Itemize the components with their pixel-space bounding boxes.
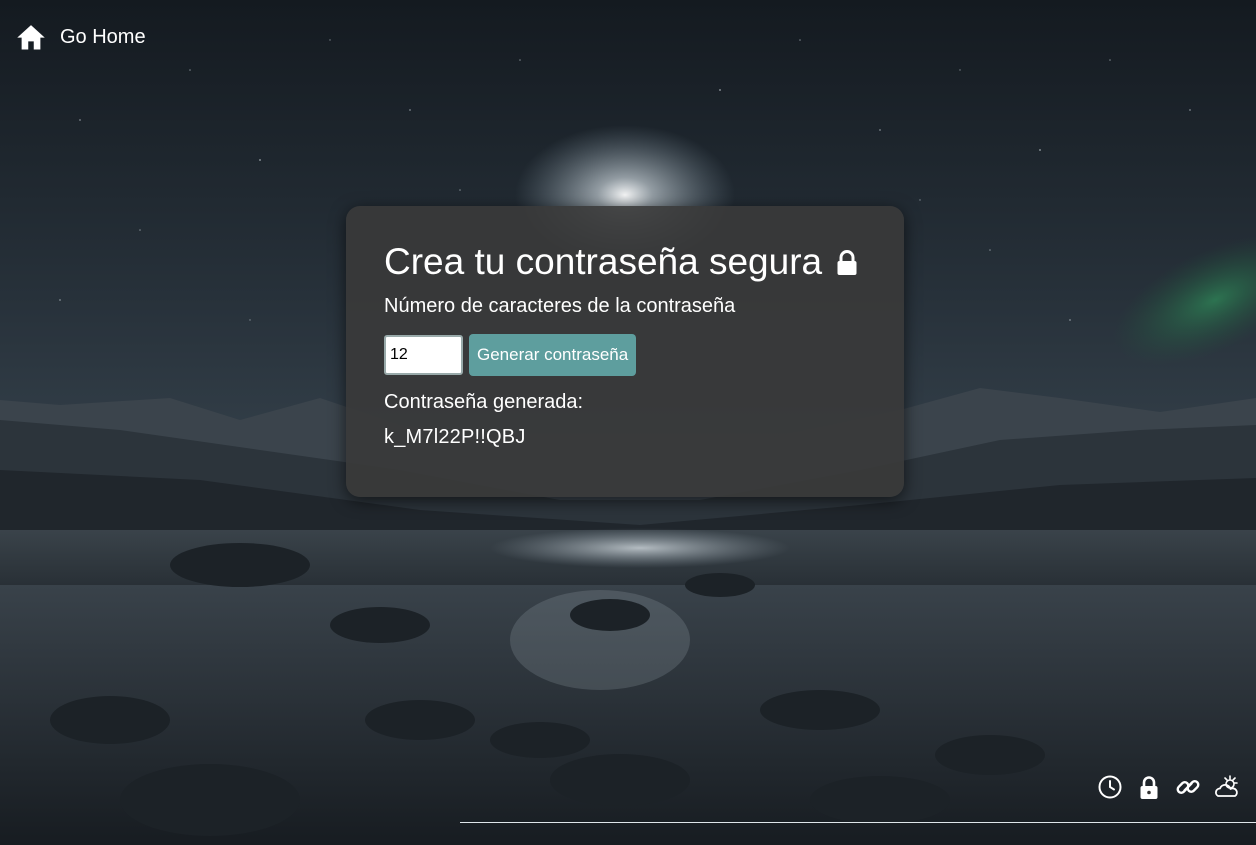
page-title: Crea tu contraseña segura [384,241,823,282]
link-icon[interactable] [1175,774,1201,800]
weather-icon[interactable] [1214,774,1240,800]
password-generator-card: Crea tu contraseña segura Número de cara… [346,206,904,497]
go-home-label: Go Home [60,25,146,48]
home-icon [16,22,46,52]
generated-password: k_M7l22P!!QBJ [384,426,526,448]
app-dock [1097,774,1240,800]
lock-icon[interactable] [1136,774,1162,800]
card-header: Crea tu contraseña segura [384,240,866,284]
go-home-link[interactable]: Go Home [16,20,146,54]
length-input[interactable] [384,335,463,375]
length-label: Número de caracteres de la contraseña [384,295,736,317]
bottom-divider [460,822,1256,823]
result-label: Contraseña generada: [384,391,584,413]
generate-password-button[interactable]: Generar contraseña [469,334,637,376]
lock-icon [836,248,858,276]
length-controls: Generar contraseña [384,334,866,376]
clock-icon[interactable] [1097,774,1123,800]
